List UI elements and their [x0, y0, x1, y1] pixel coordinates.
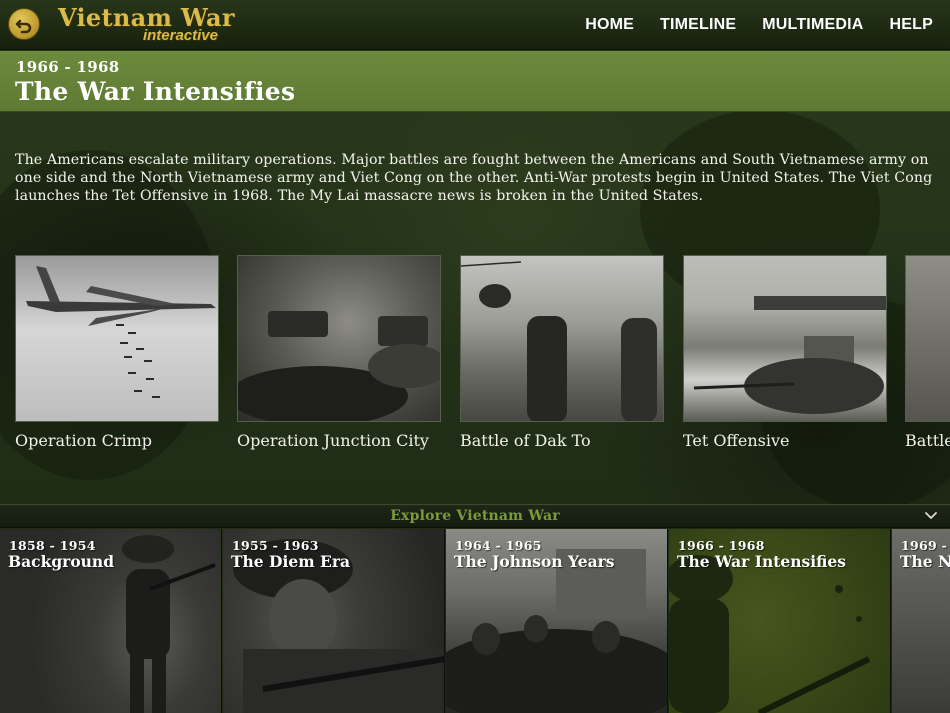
- event-thumbnail: [237, 255, 441, 422]
- event-card-partial[interactable]: Battle: [905, 255, 950, 451]
- event-card-tet-offensive[interactable]: Tet Offensive: [683, 255, 887, 451]
- soldiers-prone-image: [693, 296, 886, 414]
- event-card-operation-junction-city[interactable]: Operation Junction City: [237, 255, 441, 451]
- event-card-battle-of-dak-to[interactable]: Battle of Dak To: [460, 255, 664, 451]
- nav-timeline[interactable]: TIMELINE: [647, 16, 749, 34]
- top-bar: Vietnam War interactive HOME TIMELINE MU…: [0, 0, 950, 50]
- era-tile-war-intensifies[interactable]: 1966 - 1968 The War Intensifies: [669, 529, 891, 713]
- era-tile-partial[interactable]: 1969 - 1 The N: [892, 529, 950, 713]
- explore-bar[interactable]: Explore Vietnam War: [0, 504, 950, 528]
- era-tile-diem-era[interactable]: 1955 - 1963 The Diem Era: [223, 529, 445, 713]
- era-years: 1969 - 1: [901, 538, 950, 553]
- era-title: The War Intensifies: [677, 552, 847, 571]
- chevron-down-icon[interactable]: [924, 509, 938, 523]
- nav-multimedia[interactable]: MULTIMEDIA: [749, 16, 876, 34]
- section-header: 1966 - 1968 The War Intensifies: [0, 51, 950, 112]
- event-carousel[interactable]: Operation Crimp Operation Junction City …: [0, 255, 950, 485]
- nav-home[interactable]: HOME: [572, 16, 647, 34]
- era-tile-johnson-years[interactable]: 1964 - 1965 The Johnson Years: [446, 529, 668, 713]
- event-thumbnail: [905, 255, 950, 422]
- era-years: 1955 - 1963: [232, 538, 319, 553]
- era-title: The N: [900, 552, 950, 571]
- back-button[interactable]: [8, 8, 40, 40]
- event-thumbnail: [683, 255, 887, 422]
- back-arrow-icon: [15, 19, 32, 34]
- era-years: 1966 - 1968: [678, 538, 765, 553]
- era-strip: 1858 - 1954 Background 1955 - 1963 The D…: [0, 529, 950, 713]
- section-title: The War Intensifies: [15, 77, 296, 106]
- era-title: Background: [8, 552, 115, 571]
- event-thumbnail: [460, 255, 664, 422]
- armored-vehicles-image: [238, 311, 440, 421]
- era-years: 1858 - 1954: [9, 538, 96, 553]
- event-label: Operation Junction City: [237, 431, 429, 450]
- event-thumbnail: [15, 255, 219, 422]
- event-label: Operation Crimp: [15, 431, 153, 450]
- logo-subtitle: interactive: [142, 27, 218, 44]
- era-tile-background[interactable]: 1858 - 1954 Background: [0, 529, 222, 713]
- helicopter-soldiers-image: [461, 261, 657, 421]
- section-years: 1966 - 1968: [16, 58, 120, 76]
- event-label: Battle: [905, 431, 950, 450]
- main-nav: HOME TIMELINE MULTIMEDIA HELP: [572, 0, 950, 50]
- nav-help[interactable]: HELP: [877, 16, 950, 34]
- era-years: 1964 - 1965: [455, 538, 542, 553]
- event-card-operation-crimp[interactable]: Operation Crimp: [15, 255, 219, 451]
- event-label: Tet Offensive: [683, 431, 790, 450]
- explore-label: Explore Vietnam War: [390, 508, 560, 524]
- section-description: The Americans escalate military operatio…: [15, 152, 933, 205]
- event-label: Battle of Dak To: [460, 431, 591, 450]
- bomber-plane-image: [26, 266, 216, 398]
- era-title: The Johnson Years: [454, 552, 615, 571]
- era-title: The Diem Era: [231, 552, 351, 571]
- app-logo[interactable]: Vietnam War interactive: [58, 3, 234, 47]
